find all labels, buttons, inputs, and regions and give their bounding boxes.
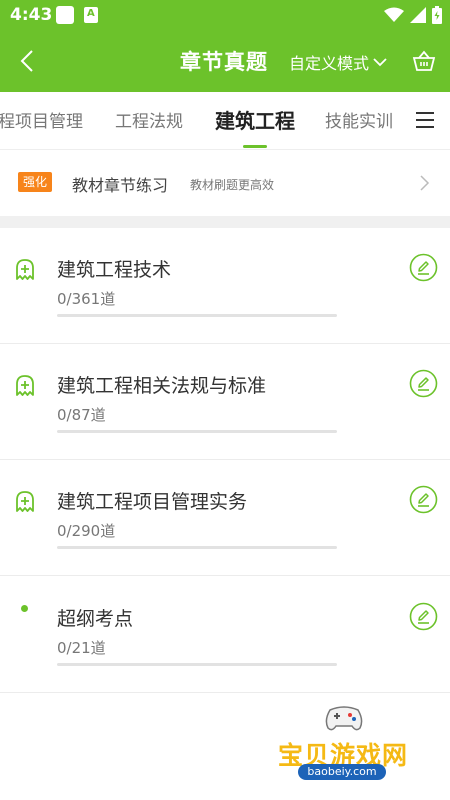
chevron-right-icon <box>420 175 430 191</box>
edit-icon <box>409 602 438 631</box>
chapter-item[interactable]: 建筑工程相关法规与标准 0/87道 <box>0 344 450 460</box>
promo-subtitle: 教材刷题更高效 <box>190 178 275 192</box>
mode-label: 自定义模式 <box>289 54 370 73</box>
tab-project-management[interactable]: 程项目管理 <box>0 107 83 132</box>
chapter-progress-bar <box>57 663 337 666</box>
watermark-url: baobeiy.com <box>298 764 386 780</box>
chevron-left-icon <box>20 50 33 72</box>
textbook-practice-row[interactable]: 强化 教材章节练习 教材刷题更高效 <box>0 150 450 216</box>
battery-icon <box>432 6 442 24</box>
notification-icon <box>56 6 74 24</box>
site-watermark: 宝贝游戏网 baobeiy.com <box>270 700 420 790</box>
edit-icon <box>409 369 438 398</box>
chapter-progress-bar <box>57 546 337 549</box>
basket-icon <box>412 50 436 71</box>
edit-icon <box>409 253 438 282</box>
status-bar: 4:43 <box>0 0 450 30</box>
practice-button[interactable] <box>409 602 438 631</box>
practice-button[interactable] <box>409 485 438 514</box>
ghost-plus-icon <box>16 375 34 396</box>
tab-menu-button[interactable] <box>414 109 436 131</box>
promo-badge: 强化 <box>18 172 53 192</box>
chapter-title: 建筑工程相关法规与标准 <box>57 375 267 397</box>
chapter-question-count: 0/290道 <box>57 522 116 540</box>
back-button[interactable] <box>12 45 42 77</box>
chevron-down-icon <box>373 58 387 67</box>
status-time: 4:43 <box>10 5 53 25</box>
status-icons <box>384 5 442 25</box>
chapter-title: 超纲考点 <box>57 608 134 630</box>
edit-icon <box>409 485 438 514</box>
page-title: 章节真题 <box>180 50 268 74</box>
basket-button[interactable] <box>410 47 438 75</box>
chapter-progress-bar <box>57 430 337 433</box>
mode-dropdown[interactable]: 自定义模式 <box>289 50 387 74</box>
active-tab-indicator <box>243 145 267 148</box>
section-divider <box>0 216 450 228</box>
chapter-item[interactable]: 超纲考点 0/21道 <box>0 577 450 693</box>
chapter-question-count: 0/87道 <box>57 406 106 424</box>
gamepad-icon <box>325 706 363 731</box>
chapter-title: 建筑工程项目管理实务 <box>57 491 248 513</box>
chapter-item[interactable]: 建筑工程技术 0/361道 <box>0 228 450 344</box>
chapter-item[interactable]: 建筑工程项目管理实务 0/290道 <box>0 460 450 576</box>
hamburger-menu-icon <box>416 112 434 128</box>
tab-engineering-law[interactable]: 工程法规 <box>115 107 183 132</box>
ghost-plus-icon <box>16 259 34 280</box>
chapter-question-count: 0/21道 <box>57 639 106 657</box>
wifi-icon <box>384 7 404 22</box>
tab-construction-engineering[interactable]: 建筑工程 <box>215 105 295 134</box>
dot-icon <box>21 605 28 612</box>
tab-skills-training[interactable]: 技能实训 <box>325 107 393 132</box>
practice-button[interactable] <box>409 369 438 398</box>
promo-title: 教材章节练习 <box>72 176 169 195</box>
practice-button[interactable] <box>409 253 438 282</box>
chapter-progress-bar <box>57 314 337 317</box>
signal-icon <box>410 7 426 23</box>
app-header: 章节真题 自定义模式 <box>0 30 450 92</box>
ghost-plus-icon <box>16 491 34 512</box>
category-tabs: 程项目管理 工程法规 建筑工程 技能实训 <box>0 92 450 150</box>
chapter-question-count: 0/361道 <box>57 290 116 308</box>
app-notification-icon <box>84 7 98 23</box>
chapter-title: 建筑工程技术 <box>57 259 172 281</box>
